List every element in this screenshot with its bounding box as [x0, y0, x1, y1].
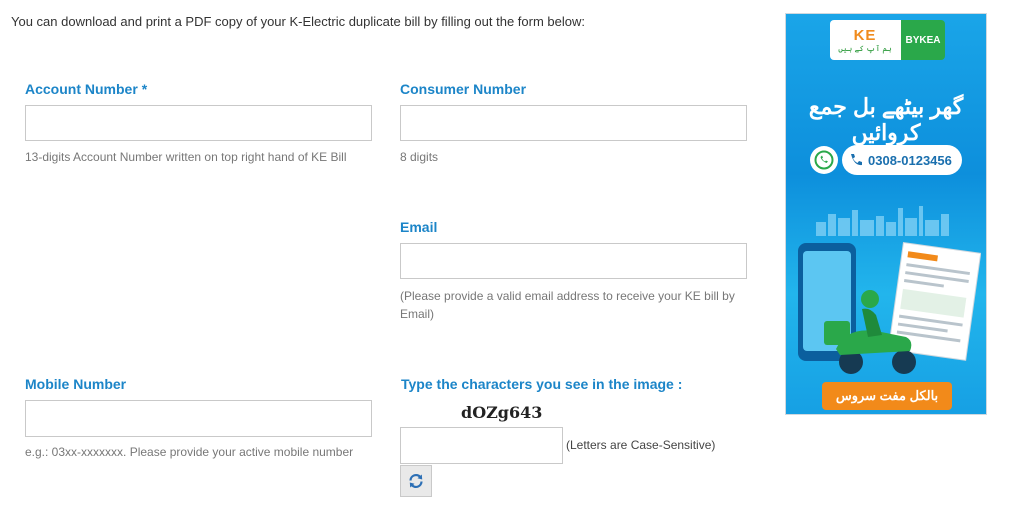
account-number-label: Account Number *: [25, 81, 147, 97]
ke-logo-text: KE: [853, 27, 877, 44]
city-skyline-illustration: [816, 206, 949, 236]
phone-icon: [851, 154, 862, 166]
captcha-image: dOZg643: [461, 403, 543, 422]
ad-logos: KE ہم آپ کے ہیں BYKEA: [830, 20, 945, 60]
consumer-number-label: Consumer Number: [400, 81, 527, 97]
ke-logo: KE ہم آپ کے ہیں: [830, 20, 900, 60]
ad-phone-text: 0308-0123456: [868, 152, 952, 168]
captcha-input[interactable]: [400, 427, 563, 464]
consumer-number-help: 8 digits: [400, 150, 439, 164]
ke-bykea-ad-banner[interactable]: KE ہم آپ کے ہیں BYKEA گھر بیٹھے بل جمع ک…: [785, 13, 987, 415]
intro-text: You can download and print a PDF copy of…: [11, 14, 585, 29]
captcha-case-note: (Letters are Case-Sensitive): [566, 438, 716, 452]
rider-and-bill-illustration: [798, 241, 981, 374]
required-mark: *: [141, 81, 148, 97]
mobile-number-help: e.g.: 03xx-xxxxxxx. Please provide your …: [25, 445, 354, 459]
refresh-icon: [409, 474, 423, 488]
ad-phone-number: 0308-0123456: [842, 145, 962, 175]
captcha-label: Type the characters you see in the image…: [401, 376, 683, 392]
email-input[interactable]: [400, 243, 747, 279]
account-number-help: 13-digits Account Number written on top …: [25, 150, 347, 164]
captcha-refresh-button[interactable]: [400, 465, 432, 497]
email-help: (Please provide a valid email address to…: [400, 289, 735, 321]
whatsapp-icon: [810, 146, 838, 174]
ke-logo-tagline: ہم آپ کے ہیں: [838, 44, 892, 53]
account-number-label-text: Account Number: [25, 81, 138, 97]
consumer-number-input[interactable]: [400, 105, 747, 141]
mobile-number-input[interactable]: [25, 400, 372, 437]
ad-contact: 0308-0123456: [810, 145, 962, 175]
email-label: Email: [400, 219, 438, 235]
mobile-number-label: Mobile Number: [25, 376, 127, 392]
account-number-input[interactable]: [25, 105, 372, 141]
ad-footer-banner: بالکل مفت سروس: [822, 382, 952, 410]
ad-heading: گھر بیٹھے بل جمع کروائیں: [808, 94, 964, 145]
bykea-logo: BYKEA: [900, 20, 945, 60]
